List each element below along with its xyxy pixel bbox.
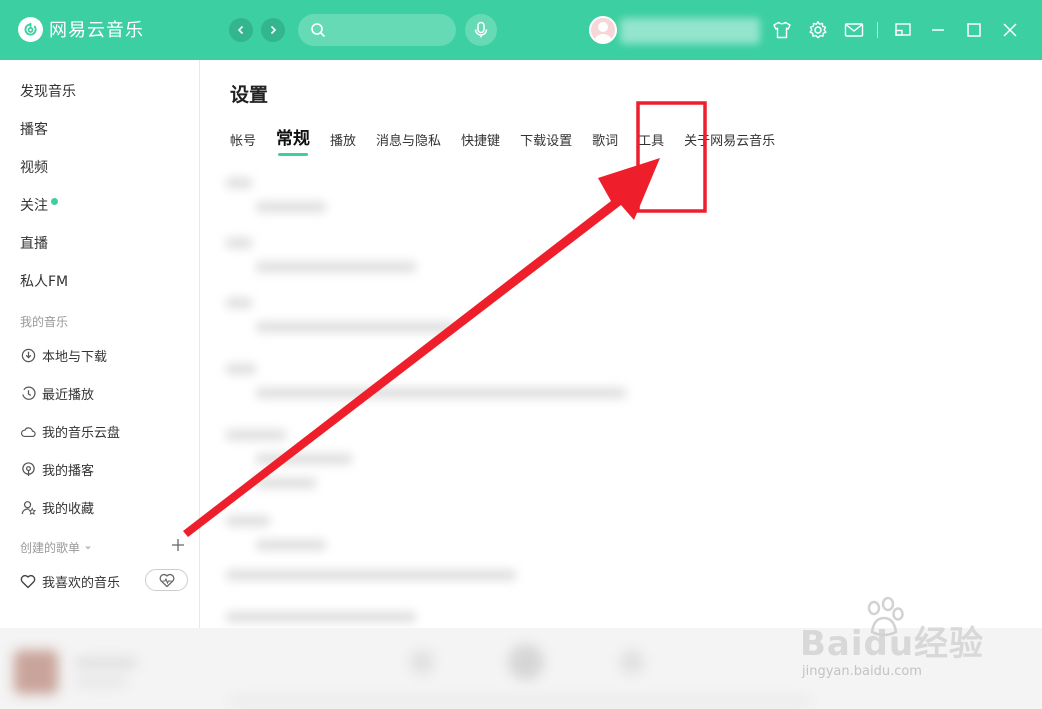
avatar[interactable] — [589, 16, 617, 44]
sidebar-item-my-podcast[interactable]: 我的播客 — [20, 460, 94, 479]
chevron-right-icon — [270, 25, 277, 35]
chevron-left-icon — [237, 25, 244, 35]
sidebar: 发现音乐 播客 视频 关注 直播 私人FM 我的音乐 本地与下载 最近播放 我的… — [0, 60, 200, 628]
recent-icon — [20, 386, 36, 402]
notification-dot — [51, 197, 58, 205]
search-input[interactable] — [298, 14, 456, 46]
tab-lyrics[interactable]: 歌词 — [592, 130, 618, 149]
tshirt-icon — [773, 21, 791, 39]
sidebar-item-video[interactable]: 视频 — [20, 157, 48, 177]
microphone-icon — [474, 21, 488, 38]
section-title: 创建的歌单 — [20, 541, 81, 555]
mini-mode-icon — [895, 23, 911, 36]
tab-shortcuts[interactable]: 快捷键 — [461, 130, 500, 149]
app-title: 网易云音乐 — [49, 20, 144, 41]
minimize-icon — [932, 29, 944, 31]
created-playlists-heading[interactable]: 创建的歌单 — [20, 539, 93, 556]
heart-icon — [20, 574, 36, 590]
watermark-brand: Baidu经验 — [800, 624, 985, 664]
sidebar-item-live[interactable]: 直播 — [20, 233, 48, 253]
voice-search-button[interactable] — [465, 14, 497, 46]
search-icon — [311, 23, 325, 37]
plus-icon — [172, 539, 184, 551]
page-title: 设置 — [230, 84, 269, 106]
sidebar-item-favorites[interactable]: 我的收藏 — [20, 498, 94, 517]
settings-button[interactable] — [807, 19, 829, 41]
close-button[interactable] — [999, 19, 1021, 41]
sidebar-item-label: 播客 — [20, 122, 48, 138]
tab-download[interactable]: 下载设置 — [520, 130, 572, 149]
sidebar-item-podcast[interactable]: 播客 — [20, 119, 48, 139]
sidebar-item-liked-music[interactable]: 我喜欢的音乐 — [20, 572, 120, 591]
sidebar-item-label: 我的音乐云盘 — [42, 426, 121, 441]
sidebar-item-label: 发现音乐 — [20, 84, 76, 100]
tab-general[interactable]: 常规 — [276, 124, 310, 156]
settings-tabs: 帐号 常规 播放 消息与隐私 快捷键 下载设置 歌词 工具 关于网易云音乐 — [230, 124, 795, 156]
settings-panel: 设置 帐号 常规 播放 消息与隐私 快捷键 下载设置 歌词 工具 关于网易云音乐 — [201, 60, 1042, 628]
close-icon — [1003, 23, 1017, 37]
sidebar-item-label: 本地与下载 — [42, 350, 108, 365]
app-logo[interactable]: 网易云音乐 — [18, 16, 144, 42]
mini-mode-button[interactable] — [892, 19, 914, 41]
sidebar-item-label: 关注 — [20, 198, 48, 214]
sidebar-item-label: 我的收藏 — [42, 502, 95, 517]
mail-icon — [844, 23, 864, 37]
forward-button[interactable] — [261, 18, 285, 42]
watermark-url: jingyan.baidu.com — [802, 664, 922, 679]
sidebar-item-local-download[interactable]: 本地与下载 — [20, 346, 107, 365]
baidu-watermark: Baidu经验 jingyan.baidu.com — [800, 596, 990, 686]
sidebar-item-label: 视频 — [20, 160, 48, 176]
settings-content-blurred — [226, 172, 1042, 628]
sidebar-item-label: 最近播放 — [42, 388, 95, 403]
favorite-icon — [20, 500, 36, 516]
messages-button[interactable] — [843, 19, 865, 41]
titlebar-divider — [877, 22, 878, 38]
gear-icon — [809, 21, 827, 39]
tab-account[interactable]: 帐号 — [230, 130, 256, 149]
sidebar-item-cloud[interactable]: 我的音乐云盘 — [20, 422, 120, 441]
sidebar-item-label: 我的播客 — [42, 464, 95, 479]
sidebar-item-fm[interactable]: 私人FM — [20, 271, 68, 291]
sidebar-item-recent[interactable]: 最近播放 — [20, 384, 94, 403]
section-title: 我的音乐 — [20, 315, 69, 329]
back-button[interactable] — [229, 18, 253, 42]
add-playlist-button[interactable] — [171, 538, 185, 556]
username[interactable] — [620, 18, 760, 44]
my-music-heading: 我的音乐 — [20, 313, 68, 330]
tab-tools[interactable]: 工具 — [638, 130, 664, 149]
skin-button[interactable] — [771, 19, 793, 41]
maximize-button[interactable] — [963, 19, 985, 41]
user-avatar-icon — [594, 22, 612, 42]
heartbeat-icon — [159, 573, 174, 587]
app-window: 网易云音乐 发现音乐 播客 视频 关注 直播 私人FM 我的音乐 本地与下载 最… — [0, 0, 1042, 709]
sidebar-item-label: 我喜欢的音乐 — [42, 576, 121, 591]
cloud-icon — [20, 424, 36, 440]
netease-logo-icon — [18, 16, 43, 42]
tab-about[interactable]: 关于网易云音乐 — [684, 130, 775, 149]
title-bar: 网易云音乐 — [0, 0, 1042, 60]
caret-down-icon — [85, 546, 92, 549]
sidebar-item-follow[interactable]: 关注 — [20, 195, 58, 215]
heartbeat-mode-button[interactable] — [145, 569, 188, 591]
sidebar-item-label: 私人FM — [20, 274, 69, 290]
tab-privacy[interactable]: 消息与隐私 — [376, 130, 441, 149]
sidebar-item-label: 直播 — [20, 236, 48, 252]
download-icon — [20, 348, 36, 364]
maximize-icon — [967, 23, 981, 37]
podcast-icon — [20, 462, 36, 478]
sidebar-item-discover[interactable]: 发现音乐 — [20, 81, 76, 101]
tab-playback[interactable]: 播放 — [330, 130, 356, 149]
minimize-button[interactable] — [927, 19, 949, 41]
